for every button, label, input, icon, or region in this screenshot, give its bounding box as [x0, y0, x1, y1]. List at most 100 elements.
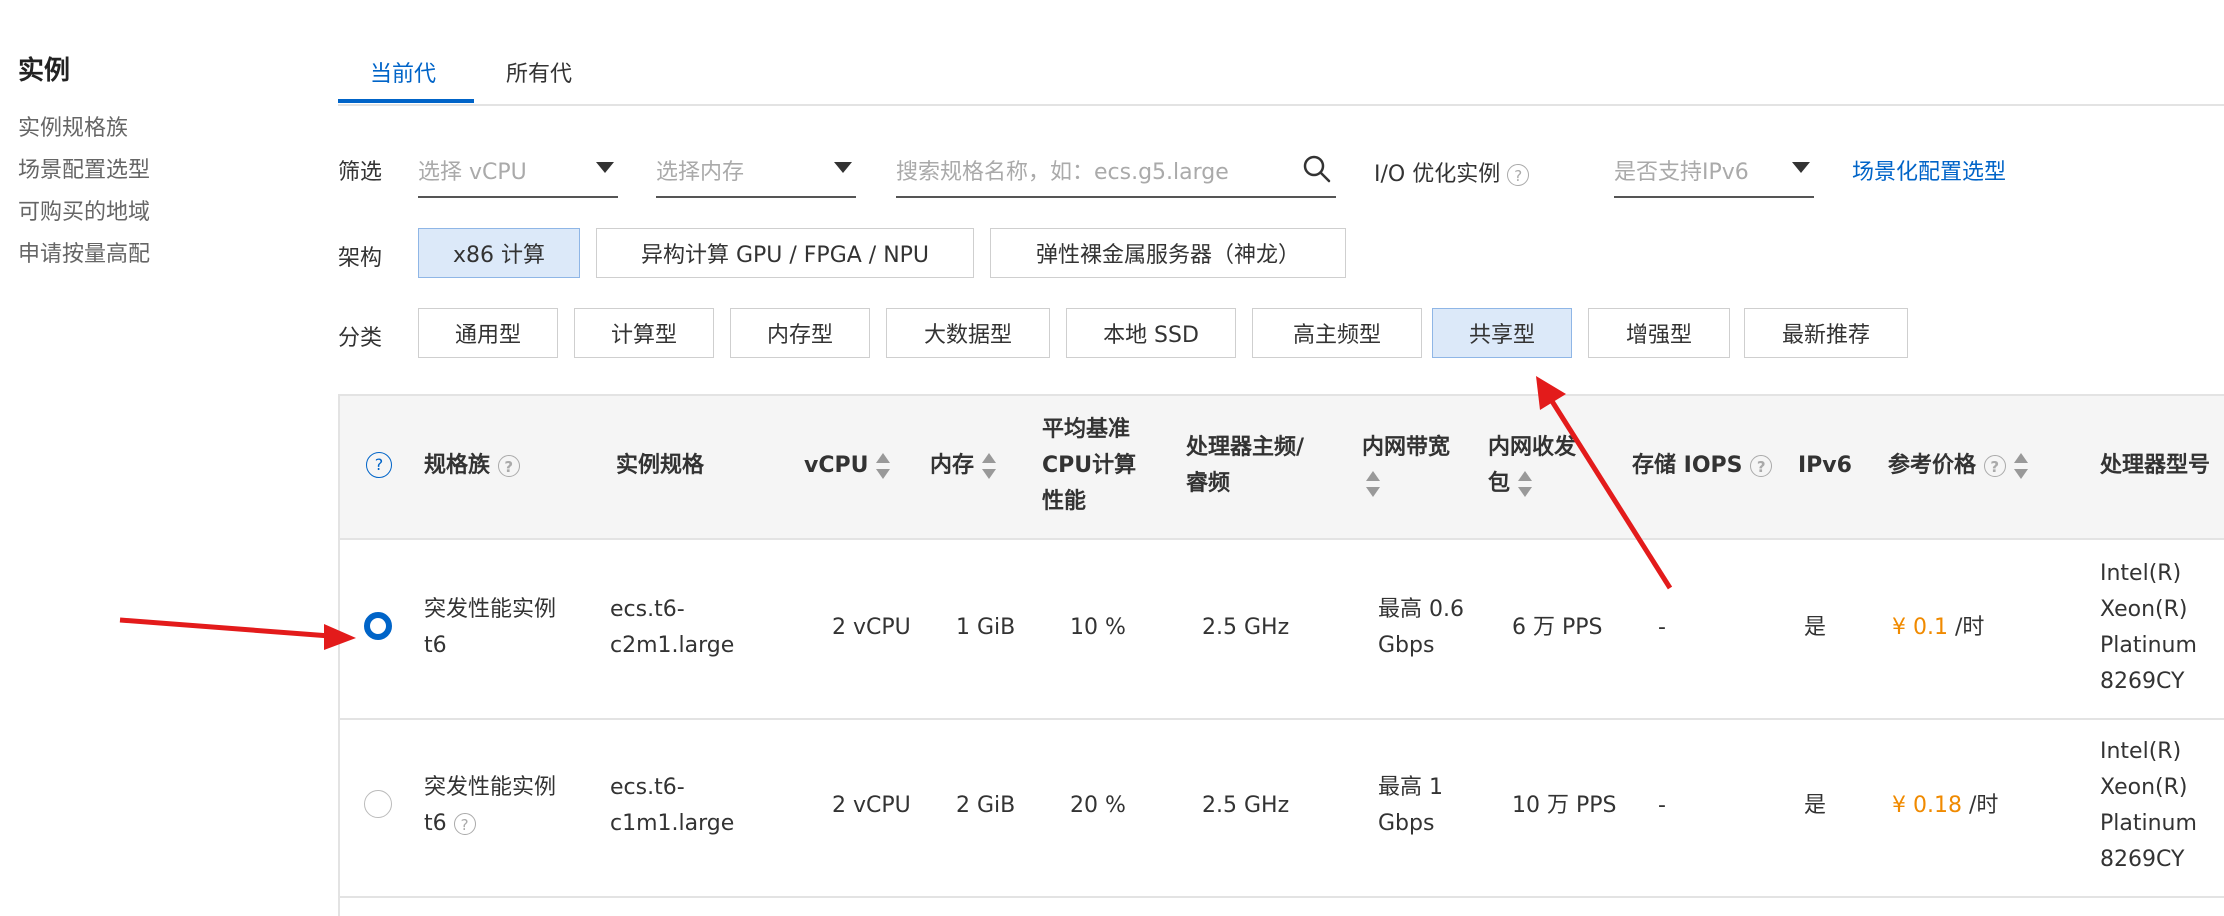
- search-placeholder: 搜索规格名称，如：ecs.g5.large: [896, 160, 1229, 185]
- category-bigdata-chip[interactable]: 大数据型: [886, 308, 1050, 358]
- ipv6-select-placeholder: 是否支持IPv6: [1614, 160, 1749, 185]
- arch-heterogeneous-chip[interactable]: 异构计算 GPU / FPGA / NPU: [596, 228, 974, 278]
- cell-cpu-line1: Intel(R): [2100, 739, 2182, 764]
- cell-spec: ecs.t6- c1m1.large: [610, 770, 734, 842]
- price-unit: /时: [1954, 615, 1985, 640]
- cell-baseline: 20 %: [1070, 793, 1126, 818]
- arch-x86-chip[interactable]: x86 计算: [418, 228, 580, 278]
- table-header: ? 规格族 ? 实例规格 vCPU 内存 平均基准 CPU计算 性能 处理器主频…: [340, 396, 2224, 540]
- price-value: ¥ 0.1: [1892, 615, 1948, 640]
- sort-icon[interactable]: [1518, 471, 1533, 497]
- cell-iops: -: [1658, 793, 1666, 818]
- cell-cpu-line2: Xeon(R): [2100, 597, 2188, 622]
- search-icon[interactable]: [1300, 152, 1334, 186]
- header-bandwidth[interactable]: 内网带宽: [1362, 430, 1450, 502]
- header-price[interactable]: 参考价格 ?: [1888, 448, 2028, 484]
- header-pps[interactable]: 内网收发 包: [1488, 430, 1576, 502]
- memory-select-placeholder: 选择内存: [656, 160, 745, 185]
- cell-cpu-line3: Platinum: [2100, 633, 2197, 658]
- sidebar-item-scenario-selection[interactable]: 场景配置选型: [18, 152, 150, 184]
- cell-cpu-line2: Xeon(R): [2100, 775, 2188, 800]
- cell-cpu-line1: Intel(R): [2100, 561, 2182, 586]
- cell-vcpu: 2 vCPU: [832, 615, 911, 640]
- category-shared-chip[interactable]: 共享型: [1432, 308, 1572, 358]
- help-icon[interactable]: ?: [366, 452, 392, 478]
- header-price-label: 参考价格: [1888, 453, 1977, 478]
- cell-iops: -: [1658, 615, 1666, 640]
- category-label: 分类: [338, 326, 383, 351]
- price-value: ¥ 0.18: [1892, 793, 1962, 818]
- header-cpu-model: 处理器型号: [2100, 453, 2211, 478]
- header-ipv6: IPv6: [1798, 453, 1852, 478]
- cell-ipv6: 是: [1804, 793, 1827, 818]
- table-row[interactable]: 突发性能实例 t6 ? ecs.t6- c1m1.large 2 vCPU 2 …: [340, 718, 2224, 898]
- cell-bandwidth-line2: Gbps: [1378, 811, 1435, 836]
- row-select-radio[interactable]: [364, 790, 392, 818]
- category-enhanced-chip[interactable]: 增强型: [1588, 308, 1730, 358]
- header-vcpu-label: vCPU: [804, 453, 869, 478]
- cell-family-line1: 突发性能实例: [424, 597, 557, 622]
- help-icon[interactable]: ?: [1507, 164, 1530, 186]
- category-local-ssd-chip[interactable]: 本地 SSD: [1066, 308, 1236, 358]
- header-baseline-line2: CPU计算: [1042, 453, 1137, 478]
- header-family: 规格族 ?: [424, 448, 520, 484]
- io-optimized-filter[interactable]: I/O 优化实例 ?: [1374, 156, 1530, 188]
- header-memory-label: 内存: [930, 453, 975, 478]
- header-bandwidth-label: 内网带宽: [1362, 435, 1451, 460]
- scenario-config-link[interactable]: 场景化配置选型: [1852, 154, 2006, 186]
- memory-select[interactable]: 选择内存: [656, 150, 856, 198]
- header-iops-label: 存储 IOPS: [1632, 453, 1743, 478]
- ipv6-select[interactable]: 是否支持IPv6: [1614, 150, 1814, 198]
- cell-bandwidth: 最高 1 Gbps: [1378, 770, 1443, 842]
- category-high-freq-chip[interactable]: 高主频型: [1252, 308, 1422, 358]
- arch-bare-metal-chip[interactable]: 弹性裸金属服务器（神龙）: [990, 228, 1346, 278]
- row-select-radio[interactable]: [364, 612, 392, 640]
- cell-family-line2: t6: [424, 811, 447, 836]
- arch-label: 架构: [338, 246, 383, 271]
- cell-bandwidth-line2: Gbps: [1378, 633, 1435, 658]
- header-memory[interactable]: 内存: [930, 448, 997, 484]
- cell-spec-line2: c1m1.large: [610, 811, 735, 836]
- cell-spec-line1: ecs.t6-: [610, 597, 685, 622]
- header-baseline-line1: 平均基准: [1042, 417, 1131, 442]
- cell-cpu-model: Intel(R) Xeon(R) Platinum 8269CY: [2100, 556, 2197, 700]
- header-vcpu[interactable]: vCPU: [804, 448, 891, 484]
- category-compute-chip[interactable]: 计算型: [574, 308, 714, 358]
- sidebar-item-apply-high-spec[interactable]: 申请按量高配: [18, 236, 150, 268]
- sort-icon[interactable]: [876, 453, 891, 479]
- cell-family-line2: t6: [424, 633, 447, 658]
- table-row[interactable]: 突发性能实例 t6 ecs.t6- c2m1.large 2 vCPU 1 Gi…: [340, 540, 2224, 720]
- header-frequency-line1: 处理器主频/: [1186, 435, 1305, 460]
- category-memory-chip[interactable]: 内存型: [730, 308, 870, 358]
- cell-spec-line1: ecs.t6-: [610, 775, 685, 800]
- help-icon[interactable]: ?: [1983, 455, 2006, 477]
- sidebar-item-instance-family[interactable]: 实例规格族: [18, 110, 128, 142]
- help-icon[interactable]: ?: [497, 455, 520, 477]
- tab-current-generation[interactable]: 当前代: [370, 56, 436, 88]
- cell-bandwidth-line1: 最高 0.6: [1378, 597, 1464, 622]
- filter-label: 筛选: [338, 160, 383, 185]
- vcpu-select[interactable]: 选择 vCPU: [418, 150, 618, 198]
- sidebar-item-available-regions[interactable]: 可购买的地域: [18, 194, 150, 226]
- sort-icon[interactable]: [1366, 471, 1380, 497]
- chevron-down-icon: [1792, 162, 1810, 173]
- category-recommended-chip[interactable]: 最新推荐: [1744, 308, 1908, 358]
- cell-memory: 2 GiB: [956, 793, 1016, 818]
- cell-family-line1: 突发性能实例: [424, 775, 557, 800]
- sort-icon[interactable]: [2013, 453, 2028, 479]
- cell-cpu-line4: 8269CY: [2100, 847, 2185, 872]
- help-icon[interactable]: ?: [1750, 455, 1773, 477]
- help-icon[interactable]: ?: [453, 813, 476, 835]
- active-tab-indicator: [338, 99, 474, 103]
- tab-all-generations[interactable]: 所有代: [506, 56, 572, 88]
- sort-icon[interactable]: [982, 453, 997, 479]
- spec-search-input[interactable]: 搜索规格名称，如：ecs.g5.large: [896, 150, 1336, 198]
- chevron-down-icon: [596, 162, 614, 173]
- header-pps-line2: 包: [1488, 471, 1511, 496]
- category-general-chip[interactable]: 通用型: [418, 308, 558, 358]
- sidebar: 实例 实例规格族 场景配置选型 可购买的地域 申请按量高配: [0, 0, 300, 906]
- cell-pps: 6 万 PPS: [1512, 615, 1603, 640]
- instance-spec-table: ? 规格族 ? 实例规格 vCPU 内存 平均基准 CPU计算 性能 处理器主频…: [338, 394, 2224, 916]
- io-optimized-label: I/O 优化实例: [1374, 162, 1501, 187]
- cell-price: ¥ 0.1 /时: [1892, 610, 1984, 646]
